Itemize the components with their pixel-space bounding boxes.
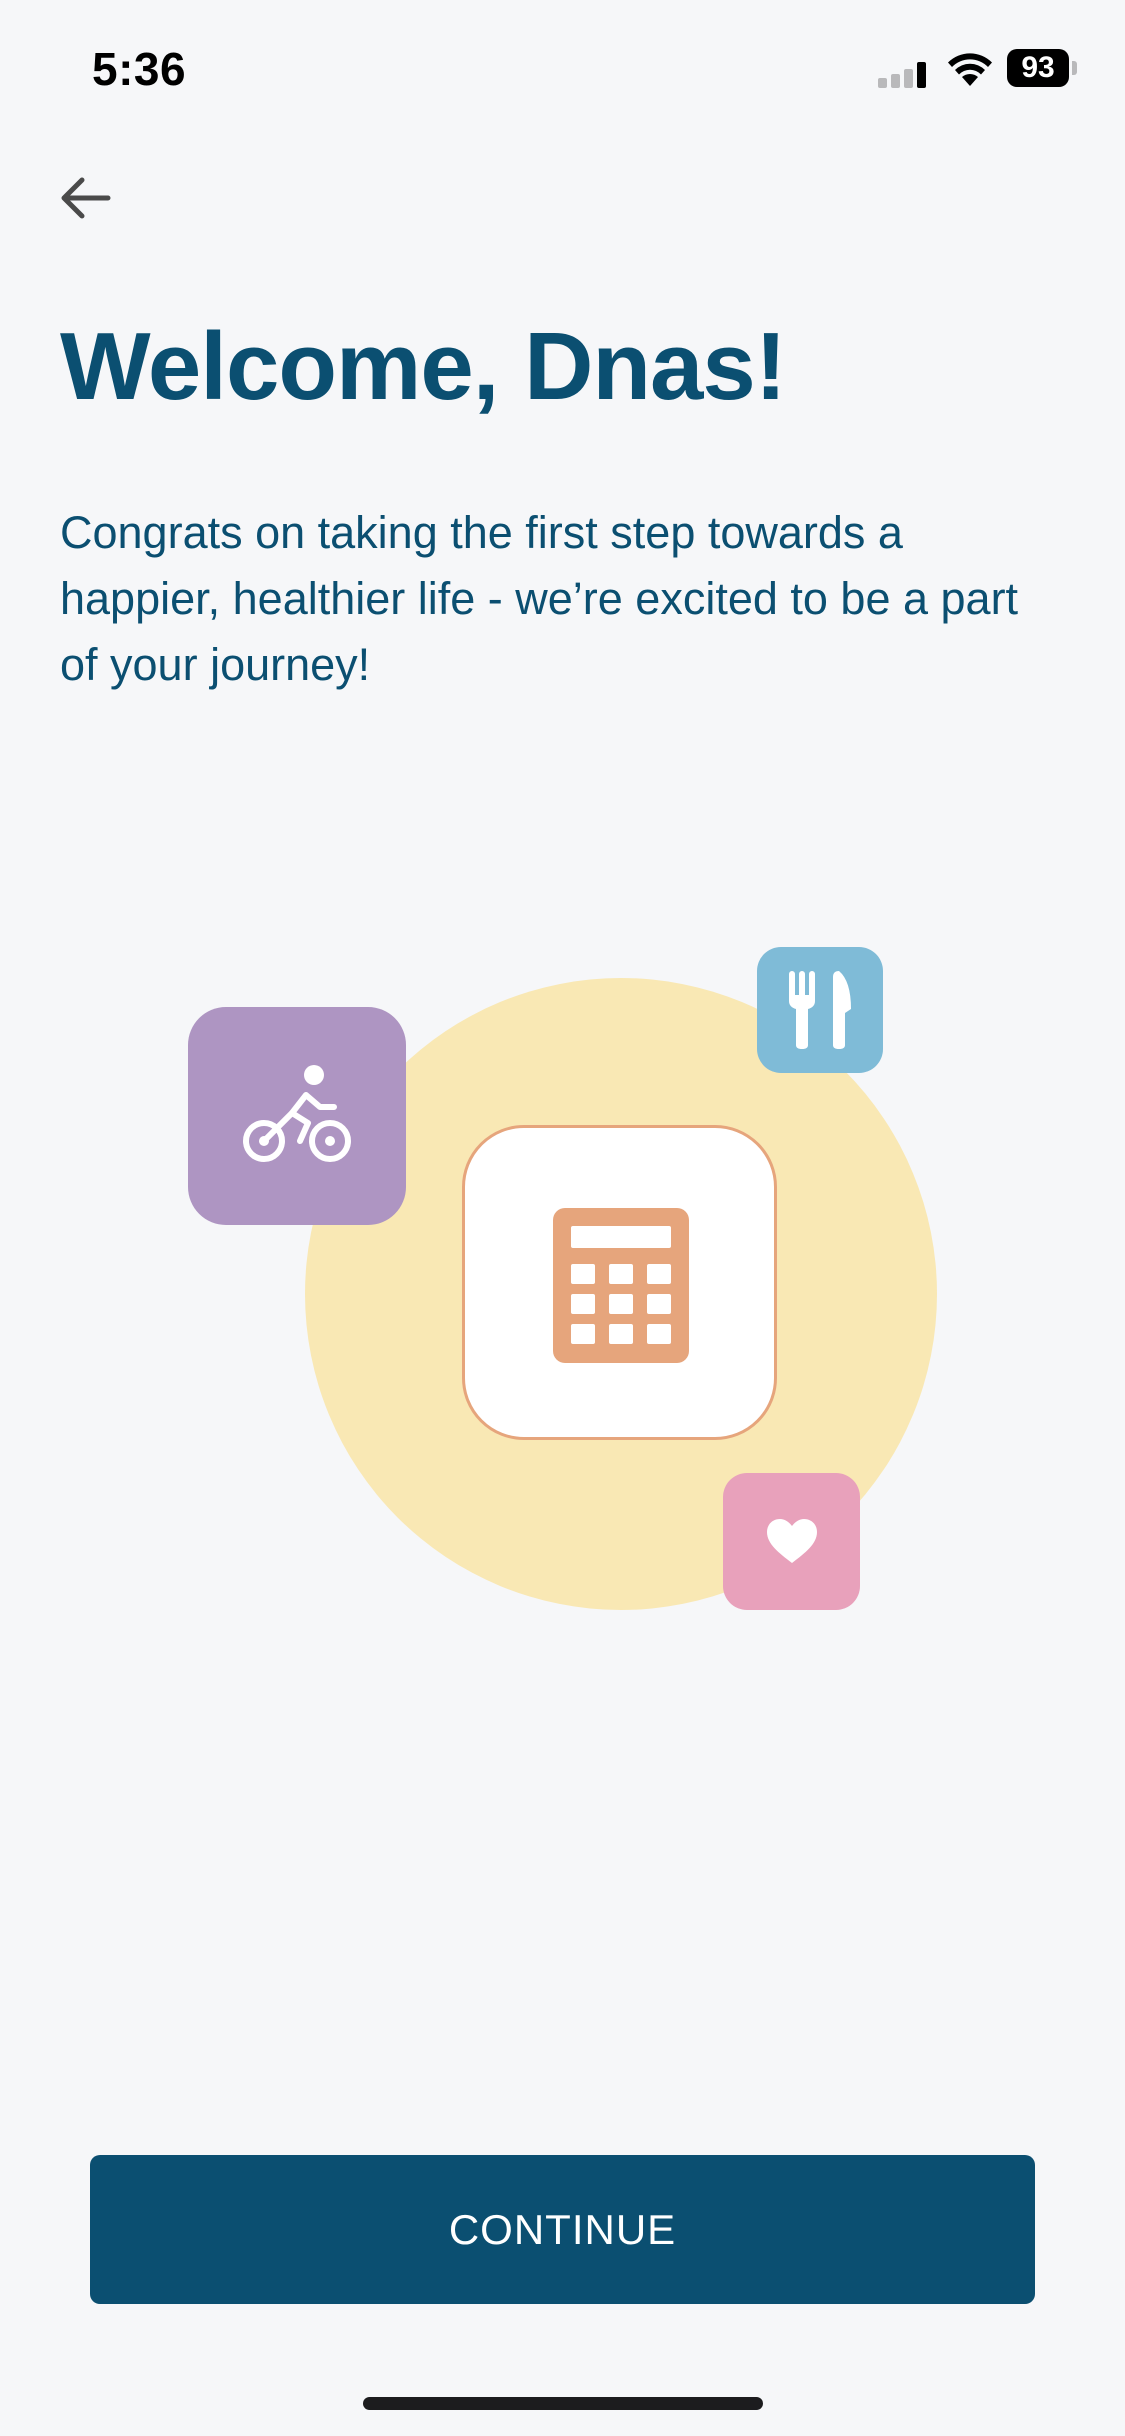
status-bar: 5:36 93 [0,0,1125,140]
battery-cap [1072,61,1077,75]
heart-icon [767,1519,817,1563]
back-button[interactable] [52,168,122,228]
battery-level: 93 [1007,49,1069,87]
fork-knife-icon [789,971,851,1049]
calculator-tile [462,1125,777,1440]
battery-icon: 93 [1007,49,1077,87]
status-time: 5:36 [92,43,187,95]
continue-button[interactable]: CONTINUE [90,2155,1035,2304]
food-tile [757,947,883,1073]
signal-icon [878,62,926,88]
home-indicator[interactable] [363,2397,763,2410]
arrow-left-icon [61,177,111,219]
page-title: Welcome, Dnas! [60,313,787,420]
wifi-icon [948,53,992,86]
calculator-icon [553,1208,689,1363]
heart-tile [723,1473,860,1610]
welcome-illustration [0,900,1125,1660]
bike-icon [243,1065,351,1162]
intro-text: Congrats on taking the first step toward… [60,507,1019,690]
bike-tile [188,1007,406,1225]
